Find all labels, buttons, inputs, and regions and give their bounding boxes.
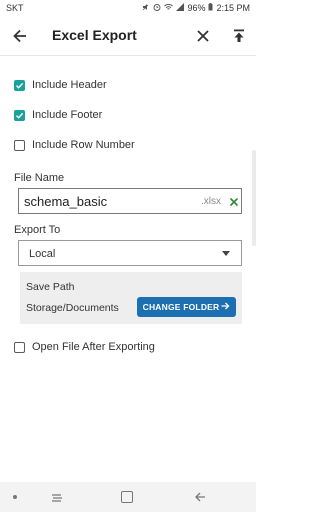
- alarm-icon: [153, 3, 161, 13]
- include-footer-label: Include Footer: [32, 109, 103, 121]
- clear-icon[interactable]: [228, 195, 240, 207]
- save-path-title: Save Path: [26, 281, 75, 293]
- back-icon[interactable]: [193, 490, 207, 504]
- signal-icon: [176, 3, 185, 13]
- wifi-icon: [164, 3, 174, 13]
- navigation-bar: [0, 482, 256, 512]
- open-after-export-label: Open File After Exporting: [32, 341, 155, 353]
- file-name-value[interactable]: schema_basic: [24, 194, 107, 209]
- arrow-right-icon: [221, 302, 230, 312]
- clock-time: 2:15 PM: [216, 3, 250, 13]
- checkbox-unchecked-icon[interactable]: [14, 341, 25, 353]
- dropdown-arrow-icon[interactable]: [222, 251, 230, 256]
- back-arrow-icon[interactable]: [11, 27, 29, 45]
- change-folder-button[interactable]: CHANGE FOLDER: [137, 297, 236, 317]
- checkbox-checked-icon[interactable]: [14, 109, 25, 121]
- battery-percent: 96%: [187, 3, 206, 13]
- file-extension: .xlsx: [201, 196, 221, 207]
- export-to-label: Export To: [14, 224, 61, 236]
- save-path-panel: Save Path Storage/Documents CHANGE FOLDE…: [20, 272, 242, 324]
- mute-icon: [142, 3, 150, 13]
- page-title: Excel Export: [52, 27, 137, 43]
- include-header-label: Include Header: [32, 79, 107, 91]
- edge-panel-handle[interactable]: [252, 150, 256, 246]
- checkbox-checked-icon[interactable]: [14, 79, 25, 91]
- carrier-label: SKT: [6, 3, 24, 13]
- dot-icon[interactable]: [13, 495, 17, 499]
- include-header-option[interactable]: Include Header: [14, 75, 107, 95]
- status-icons: 96% 2:15 PM: [142, 3, 250, 13]
- save-path-value: Storage/Documents: [26, 302, 119, 314]
- change-folder-label: CHANGE FOLDER: [142, 302, 220, 312]
- open-after-export-option[interactable]: Open File After Exporting: [14, 337, 155, 357]
- export-to-select[interactable]: Local: [18, 240, 242, 266]
- close-icon[interactable]: [195, 28, 211, 44]
- export-icon[interactable]: [231, 28, 247, 44]
- export-to-value: Local: [29, 248, 56, 260]
- include-row-number-option[interactable]: Include Row Number: [14, 135, 135, 155]
- include-row-number-label: Include Row Number: [32, 139, 135, 151]
- checkbox-unchecked-icon[interactable]: [14, 139, 25, 151]
- recent-apps-icon[interactable]: [50, 491, 64, 503]
- file-name-label: File Name: [14, 172, 65, 184]
- file-name-input[interactable]: schema_basic .xlsx: [18, 188, 242, 214]
- home-icon[interactable]: [121, 491, 133, 503]
- include-footer-option[interactable]: Include Footer: [14, 105, 102, 125]
- status-bar: SKT 96% 2:15 PM: [0, 0, 256, 16]
- battery-icon: [208, 3, 213, 13]
- app-bar: Excel Export: [0, 16, 256, 56]
